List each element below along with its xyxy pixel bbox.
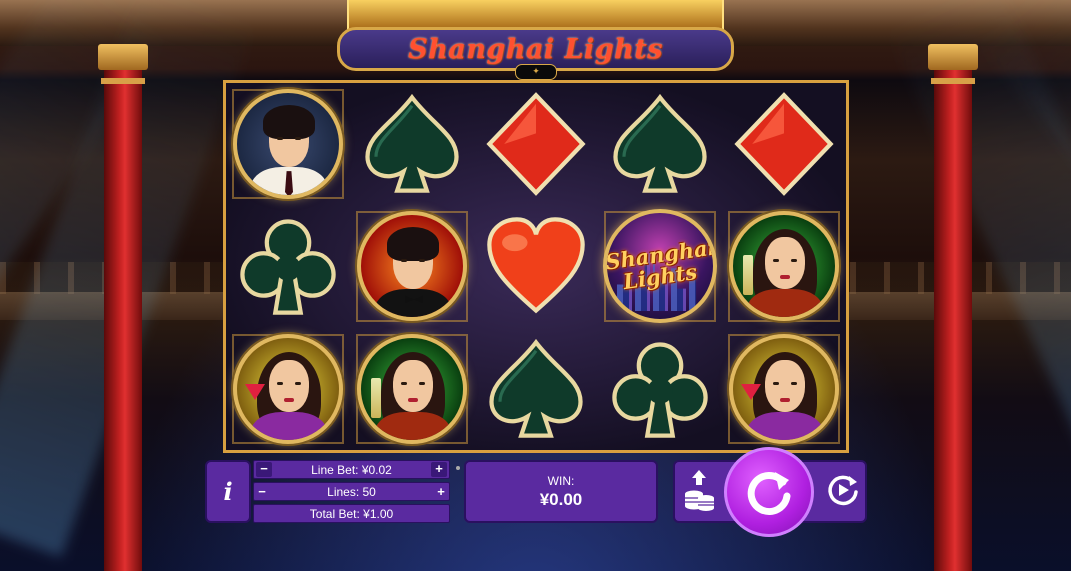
line-bet-label: Line Bet: ¥0.02 [311,462,392,477]
line-bet-increase-button[interactable]: + [431,462,447,477]
man-tuxedo-symbol [357,211,467,322]
lines-label: Lines: 50 [327,484,376,499]
club-symbol [240,219,336,316]
info-button[interactable]: i [205,460,251,523]
reel-cell [226,83,350,205]
spade-symbol [489,338,583,438]
reel-cell [598,83,722,205]
reel-cell [598,328,722,450]
separator-dot [456,466,460,470]
lines-decrease-button[interactable]: − [254,484,270,499]
reel-cell [350,328,474,450]
reel-grid: Shanghai Lights [223,80,849,453]
reel-cell [474,328,598,450]
woman-purple-dress-symbol [729,333,839,444]
spade-symbol [365,94,459,193]
win-display: WIN: ¥0.00 [464,460,658,523]
reel-cell [350,205,474,327]
club-symbol [612,342,708,438]
info-icon: i [223,477,233,506]
lines-row: − Lines: 50 + [253,482,450,501]
total-bet-row: Total Bet: ¥1.00 [253,504,450,523]
line-bet-row: − Line Bet: ¥0.02 + [253,460,450,479]
spade-symbol [613,94,707,193]
reel-cell [722,328,846,450]
coin-stack-up-icon[interactable] [682,468,716,512]
spin-arrow-icon [747,472,791,515]
lines-increase-button[interactable]: + [433,484,449,499]
game-title: Shanghai Lights [408,33,663,65]
reel-cell [722,205,846,327]
woman-green-dress-symbol [729,211,839,322]
woman-green-dress-symbol [357,333,467,444]
reel-cell [474,205,598,327]
reel-cell [350,83,474,205]
bet-panel: − Line Bet: ¥0.02 + − Lines: 50 + Total … [253,460,450,523]
diamond-symbol [734,92,834,196]
win-value: ¥0.00 [539,489,583,509]
right-pillar [928,44,978,571]
autoplay-icon[interactable] [825,472,861,508]
reel-cell [722,83,846,205]
line-bet-decrease-button[interactable]: − [256,462,272,477]
diamond-symbol [486,92,586,196]
left-pillar [98,44,148,571]
reel-cell: Shanghai Lights [598,205,722,327]
game-logo: Shanghai Lights ✦ [337,0,734,80]
win-label: WIN: [547,473,575,488]
reel-cell [226,328,350,450]
woman-purple-dress-symbol [233,333,343,444]
reel-cell [226,205,350,327]
dragon-emblem-icon: ✦ [515,64,557,80]
spin-button[interactable] [724,447,814,537]
shanghai-lights-wild-symbol: Shanghai Lights [603,209,717,324]
man-white-suit-symbol [233,89,343,200]
total-bet-label: Total Bet: ¥1.00 [309,506,394,521]
reel-cell [474,83,598,205]
heart-symbol [487,217,585,314]
